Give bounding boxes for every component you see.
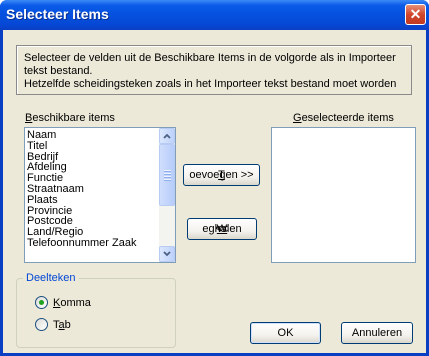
title-bar[interactable]: Selecteer Items ✕ <box>0 0 429 30</box>
delimiter-group <box>16 278 176 348</box>
instructions-line-1: Selecteer de velden uit de Beschikbare I… <box>24 52 396 77</box>
list-item[interactable]: Titel <box>25 140 159 152</box>
radio-selected-dot <box>39 300 44 305</box>
tab-label[interactable]: Tab <box>53 319 71 331</box>
list-item[interactable]: Plaats <box>25 194 159 206</box>
comma-label[interactable]: Komma <box>53 297 91 309</box>
window-title: Selecteer Items <box>6 6 109 22</box>
remove-button[interactable]: << Weghalen <box>187 218 257 240</box>
selected-items-label: Geselecteerde items <box>293 112 394 124</box>
tab-radio[interactable] <box>35 318 48 331</box>
available-items-label: Beschikbare items <box>25 112 115 124</box>
instructions-box: Selecteer de velden uit de Beschikbare I… <box>16 45 412 95</box>
scroll-up-button[interactable] <box>159 128 175 144</box>
close-button[interactable]: ✕ <box>405 4 426 25</box>
dialog-window: Selecteer Items ✕ Selecteer de velden ui… <box>0 0 429 356</box>
close-icon: ✕ <box>409 6 422 22</box>
delimiter-group-label: Deelteken <box>23 272 79 284</box>
scroll-thumb[interactable] <box>159 144 175 206</box>
chevron-up-icon <box>163 133 171 139</box>
cancel-button[interactable]: Annuleren <box>341 322 413 344</box>
scroll-down-button[interactable] <box>159 246 175 262</box>
instructions-line-2: Hetzelfde scheidingsteken zoals in het I… <box>24 78 397 90</box>
available-items-list[interactable]: Naam Titel Bedrijf Afdeling Functie Straatnaa… <box>24 127 176 263</box>
add-button[interactable]: Toevoegen >> <box>183 164 260 186</box>
chevron-down-icon <box>163 251 171 257</box>
selected-items-list[interactable] <box>271 127 416 263</box>
ok-button[interactable]: OK <box>250 322 321 344</box>
dialog-body: Selecteer de velden uit de Beschikbare I… <box>3 30 426 353</box>
list-item[interactable]: Telefoonnummer Zaak <box>25 238 159 249</box>
available-items-scrollbar[interactable] <box>159 128 175 262</box>
comma-radio[interactable] <box>35 296 48 309</box>
